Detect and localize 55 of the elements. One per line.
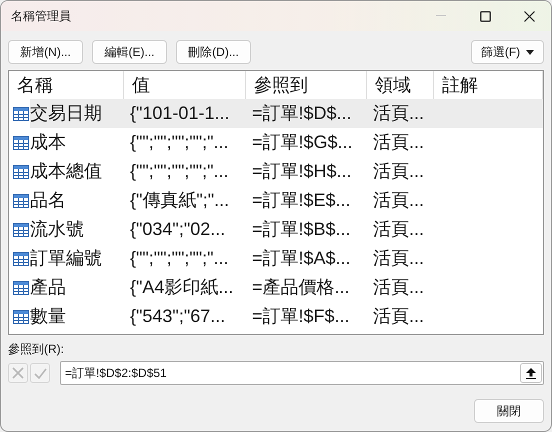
filter-button[interactable]: 篩選(F) (471, 40, 544, 64)
table-icon (13, 164, 29, 178)
name-cell[interactable]: 流水號 (30, 215, 124, 244)
table-cell-text: =訂單!$E$... (251, 189, 352, 212)
maximize-icon[interactable] (480, 10, 490, 22)
table-icon (13, 106, 29, 120)
table-cell-text: {"傳真紙";"... (129, 189, 230, 212)
table-cell-text: 活頁... (372, 276, 426, 299)
name-cell[interactable]: 數量 (30, 302, 124, 331)
name-cell[interactable]: 交易日期 (30, 99, 124, 128)
close-icon (12, 367, 24, 379)
table-cell-text: {"";"";"";"";"... (129, 160, 230, 183)
table-cell-text: {"034";"02... (129, 218, 226, 241)
table-cell-text: =訂單!$G$... (251, 131, 354, 154)
table-cell-text: {"";"";"";"";"... (129, 247, 230, 270)
table-cell-text: {"A4影印紙... (129, 276, 234, 299)
table-cell-text: =訂單!$H$... (251, 160, 353, 183)
check-icon (34, 368, 46, 378)
toolbar-button[interactable]: 新增(N)... (8, 40, 83, 64)
table-cell-text: =產品價格... (251, 276, 351, 299)
reference-field[interactable]: =訂單!$D$2:$D$51 (60, 361, 544, 385)
table-icon (13, 280, 29, 294)
table-cell-text: =訂單!$F$... (251, 305, 351, 328)
table-cell-text: 活頁... (372, 160, 426, 183)
table-cell-text: =訂單!$B$... (251, 218, 352, 241)
table-icon (13, 194, 29, 208)
field-label: 參照到(R): (8, 342, 64, 356)
table-cell-text: 活頁... (372, 218, 426, 241)
table-cell: =訂單!$D$... (246, 99, 367, 128)
collapse-button[interactable] (520, 363, 542, 383)
table-cell-text: 活頁... (372, 247, 426, 270)
table-icon (13, 222, 29, 236)
name-cell[interactable]: 訂單編號 (30, 244, 124, 273)
table-icon (13, 252, 29, 266)
table-cell-text: {"543";"67... (129, 305, 226, 328)
name-cell[interactable]: 品名 (30, 186, 124, 215)
table-icon (13, 310, 29, 324)
toolbar-button[interactable]: 刪除(D)... (176, 40, 251, 64)
table-cell: {"101-01-1... (124, 99, 246, 128)
table-icon (13, 136, 29, 150)
window-title: 名稱管理員 (11, 8, 72, 24)
toolbar-button[interactable]: 編輯(E)... (92, 40, 167, 64)
table-cell-text: {"";"";"";"";"... (129, 131, 230, 154)
table-cell-text: 活頁... (372, 189, 426, 212)
close-button[interactable]: 關閉 (474, 399, 544, 423)
upload-icon (526, 368, 536, 378)
name-cell[interactable]: 成本總值 (30, 157, 124, 186)
table-cell-text: =訂單!$A$... (251, 247, 352, 270)
caret-icon (526, 50, 534, 54)
name-cell[interactable]: 成本 (30, 128, 124, 157)
close-icon[interactable] (524, 10, 534, 22)
name-cell[interactable]: 產品 (30, 273, 124, 302)
table-cell-text: 活頁... (372, 305, 426, 328)
table-cell-text: 活頁... (372, 131, 426, 154)
table-cell: 活頁... (367, 99, 434, 128)
